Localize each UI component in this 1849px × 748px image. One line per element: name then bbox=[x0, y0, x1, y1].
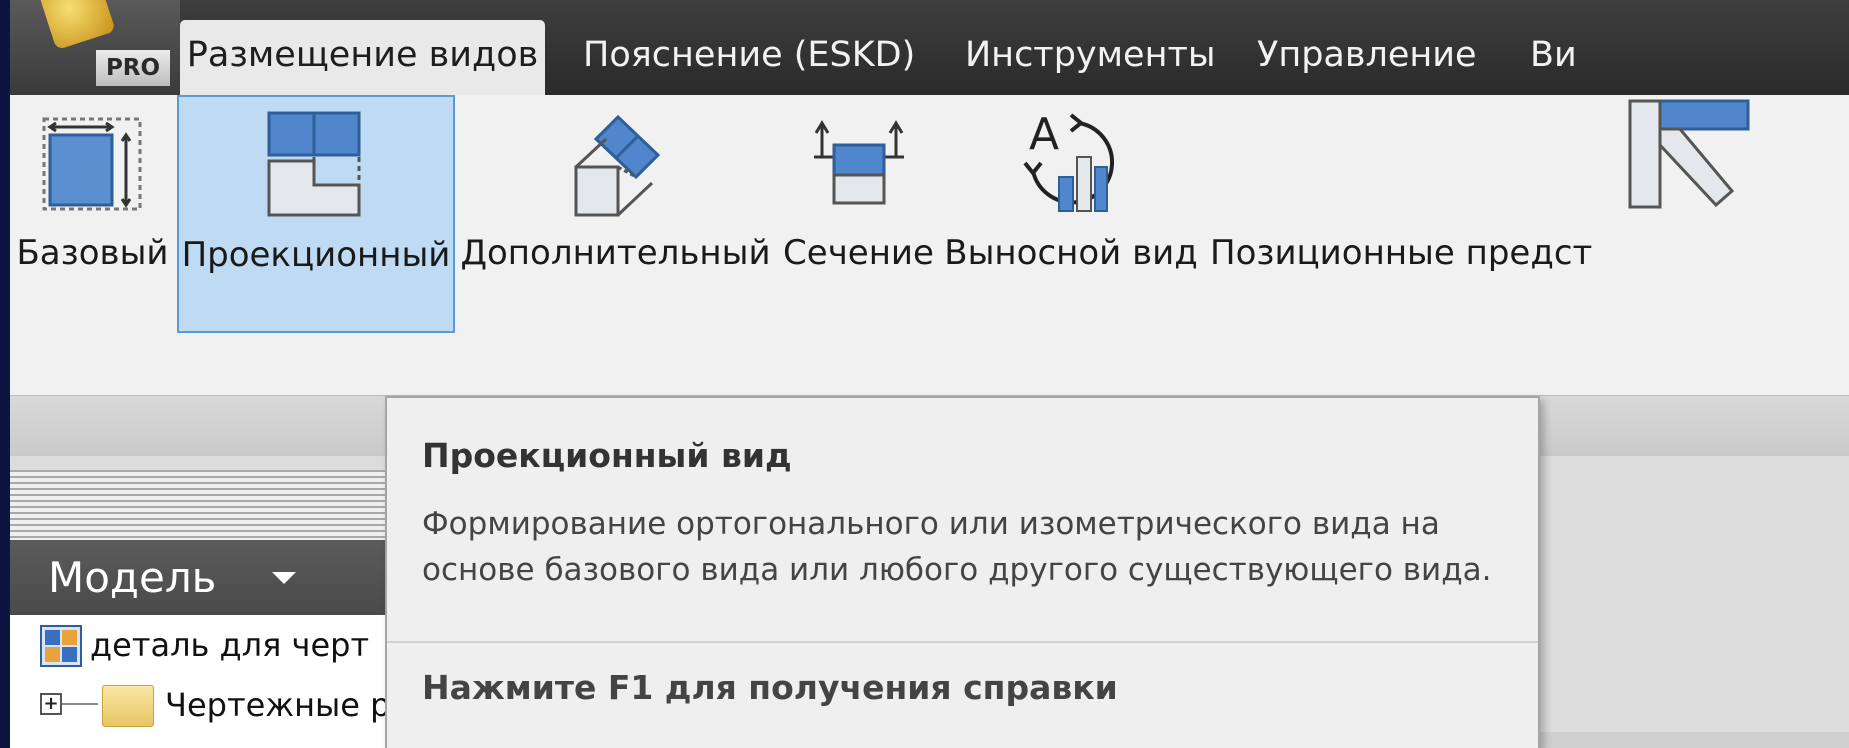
tooltip-description-line: Формирование ортогонального или изометри… bbox=[422, 506, 1440, 542]
section-view-button[interactable]: Сечение bbox=[777, 95, 940, 395]
tree-item-label: деталь для черт bbox=[90, 626, 370, 664]
base-view-icon bbox=[42, 117, 141, 211]
tab-view[interactable]: Ви bbox=[1530, 20, 1577, 95]
tab-manage[interactable]: Управление bbox=[1257, 20, 1477, 95]
tooltip-description-line: основе базового вида или любого другого … bbox=[422, 552, 1492, 588]
section-view-icon bbox=[813, 120, 904, 205]
positional-representations-label: Позиционные предст bbox=[1210, 233, 1593, 273]
tab-place-views[interactable]: Размещение видов bbox=[180, 20, 545, 95]
model-browser-title: Модель bbox=[48, 553, 217, 602]
tooltip: Проекционный вид Формирование ортогональ… bbox=[385, 396, 1540, 748]
base-view-label: Базовый bbox=[16, 233, 169, 273]
chevron-down-icon[interactable] bbox=[272, 572, 296, 584]
auxiliary-view-button[interactable]: Дополнительный bbox=[459, 95, 772, 395]
section-view-label: Сечение bbox=[783, 233, 934, 273]
auxiliary-view-icon bbox=[574, 114, 660, 217]
expand-plus-icon[interactable]: + bbox=[40, 693, 62, 715]
tab-tools[interactable]: Инструменты bbox=[965, 20, 1215, 95]
tooltip-description: Формирование ортогонального или изометри… bbox=[422, 501, 1522, 593]
auxiliary-view-label: Дополнительный bbox=[460, 233, 771, 273]
detail-view-icon: A bbox=[1023, 109, 1115, 212]
projected-view-label: Проекционный bbox=[181, 235, 451, 275]
projected-view-icon bbox=[267, 111, 361, 217]
tree-item-label: Чертежные р bbox=[165, 686, 391, 724]
tooltip-title: Проекционный вид bbox=[422, 436, 792, 475]
projected-view-button[interactable]: Проекционный bbox=[177, 95, 455, 333]
app-edition-badge: PRO bbox=[96, 50, 170, 86]
ribbon-tab-bar: PRO Размещение видов Пояснение (ESKD) Ин… bbox=[10, 0, 1849, 95]
drawing-document-icon bbox=[40, 625, 82, 667]
detail-view-button[interactable]: A Выносной вид bbox=[942, 95, 1200, 395]
tooltip-help-hint: Нажмите F1 для получения справки bbox=[422, 668, 1118, 707]
tooltip-divider bbox=[387, 641, 1538, 643]
detail-view-label: Выносной вид bbox=[944, 233, 1198, 273]
tree-connector-line bbox=[62, 703, 98, 705]
base-view-button[interactable]: Базовый bbox=[10, 95, 175, 395]
svg-text:A: A bbox=[1029, 109, 1059, 160]
app-logo-icon bbox=[38, 0, 116, 51]
folder-icon bbox=[102, 685, 154, 727]
ribbon-panel: Базовый Проекционный Дополнительный Сече… bbox=[10, 95, 1849, 395]
positional-representations-icon bbox=[1628, 99, 1750, 209]
positional-representations-button[interactable]: Позиционные предст bbox=[1200, 95, 1849, 395]
application-menu-button[interactable]: PRO bbox=[10, 0, 180, 95]
application-window: PRO Размещение видов Пояснение (ESKD) Ин… bbox=[10, 0, 1849, 748]
tab-annotate-eskd[interactable]: Пояснение (ESKD) bbox=[583, 20, 915, 95]
